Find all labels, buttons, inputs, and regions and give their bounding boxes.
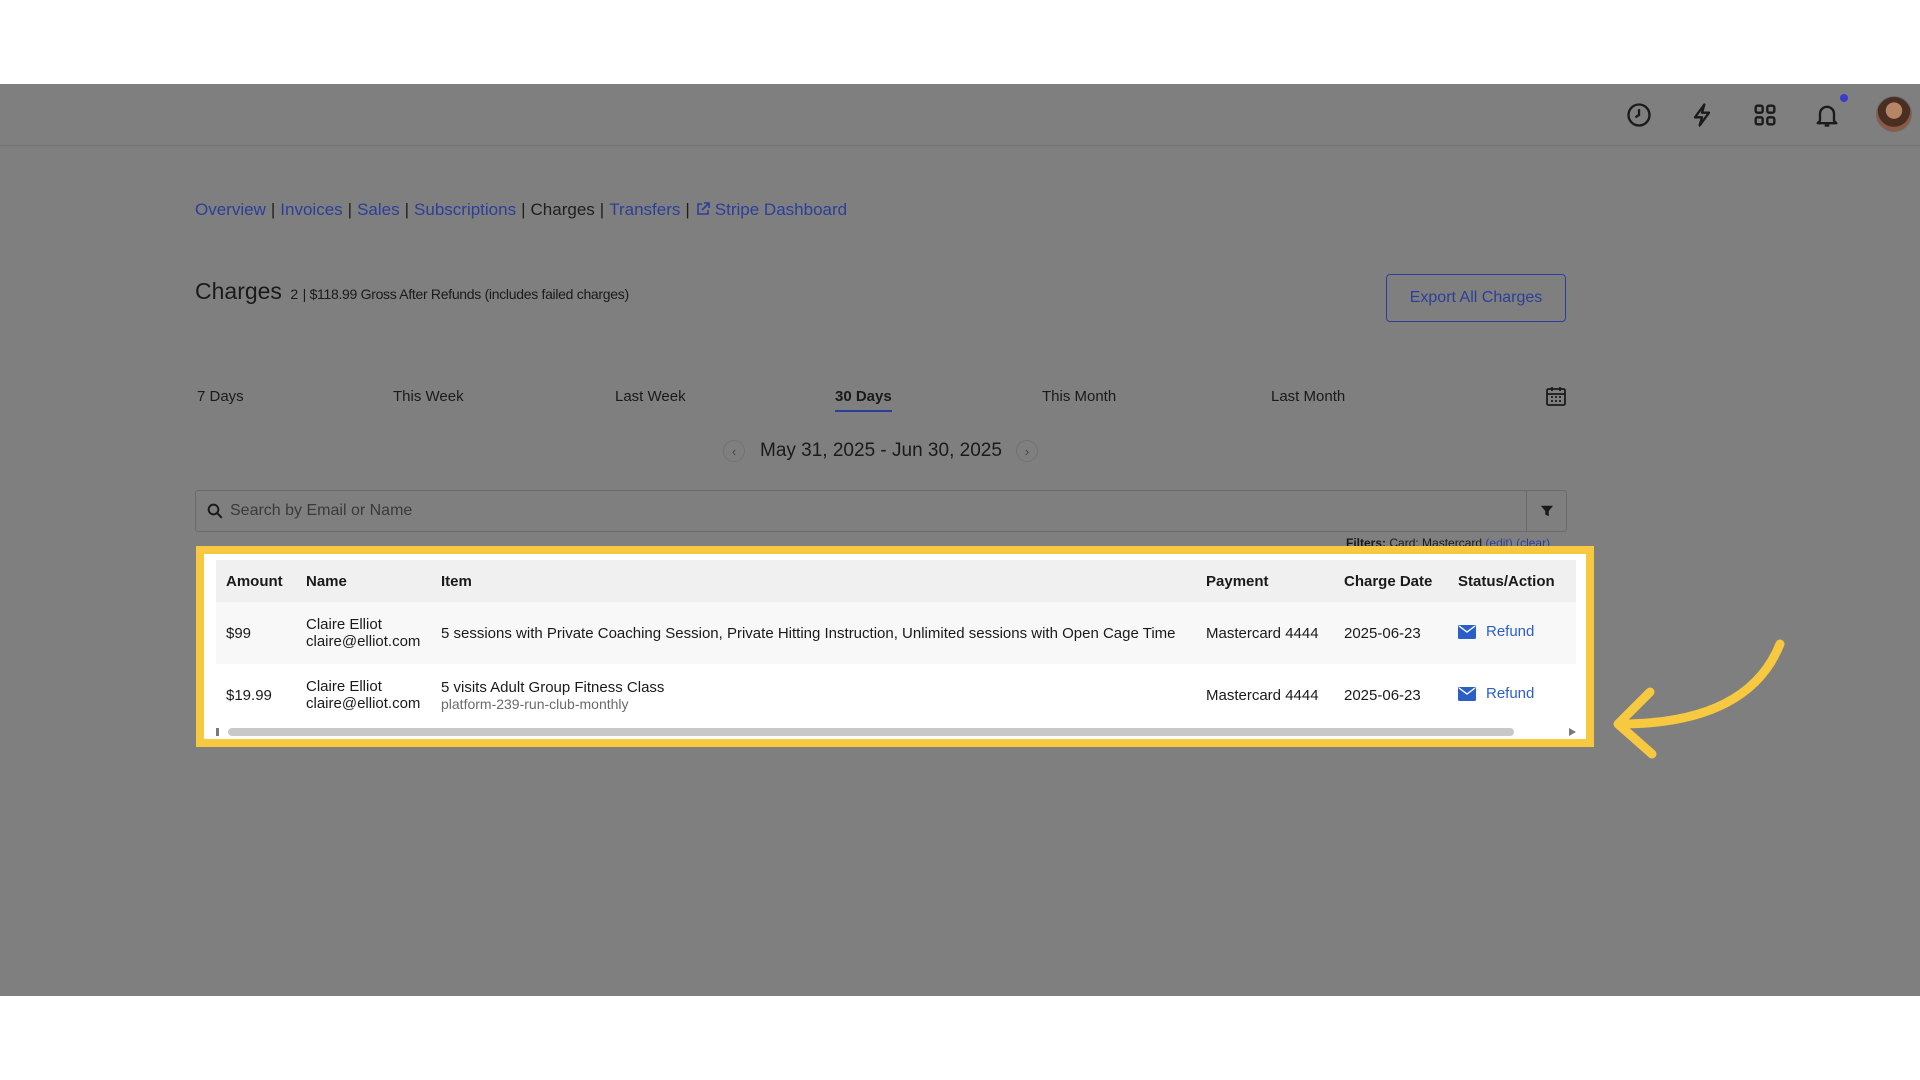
tab-this-week[interactable]: This Week: [393, 388, 464, 405]
cell-payment: Mastercard 4444: [1206, 624, 1319, 642]
cell-item: 5 sessions with Private Coaching Session…: [431, 602, 1196, 664]
cell-status-action: Refund: [1448, 664, 1576, 726]
table-header-row: Amount Name Item Payment Charge Date Sta…: [216, 560, 1576, 602]
cell-amount: $19.99: [226, 686, 272, 704]
cell-name: Claire Elliot claire@elliot.com: [296, 664, 431, 726]
nav-separator: |: [685, 200, 690, 219]
item-plan-id: platform-239-run-club-monthly: [441, 695, 629, 712]
mail-icon: [1458, 624, 1476, 639]
nav-stripe-dashboard[interactable]: Stripe Dashboard: [695, 200, 847, 219]
highlighted-charges-table: Amount Name Item Payment Charge Date Sta…: [196, 546, 1594, 747]
header-item: Item: [441, 572, 472, 590]
date-range-text: May 31, 2025 - Jun 30, 2025: [760, 440, 1002, 461]
customer-name: Claire Elliot: [306, 678, 382, 695]
apps-grid-icon[interactable]: [1748, 98, 1782, 132]
horizontal-scrollbar[interactable]: [216, 728, 1576, 736]
sub-navigation: Overview | Invoices | Sales | Subscriptions | Ch…: [195, 200, 847, 220]
nav-transfers[interactable]: Transfers: [609, 200, 680, 219]
nav-sales[interactable]: Sales: [357, 200, 400, 219]
scrollbar-thumb[interactable]: [228, 728, 1514, 736]
header-name: Name: [306, 572, 347, 590]
search-bar: [195, 490, 1567, 532]
nav-separator: |: [521, 200, 526, 219]
customer-name: Claire Elliot: [306, 616, 382, 633]
gross-summary: | $118.99 Gross After Refunds (includes …: [302, 286, 629, 302]
refund-button[interactable]: Refund: [1458, 623, 1534, 640]
external-link-icon: [696, 202, 710, 215]
cell-item: 5 visits Adult Group Fitness Class platfo…: [431, 664, 1196, 726]
filter-button[interactable]: [1526, 491, 1566, 531]
item-description: 5 visits Adult Group Fitness Class: [441, 678, 665, 696]
bolt-icon[interactable]: [1685, 98, 1719, 132]
scroll-left-arrow[interactable]: [216, 728, 219, 736]
header-amount: Amount: [226, 572, 283, 590]
charge-count: 2: [290, 286, 299, 302]
search-icon: [207, 503, 223, 519]
bell-icon[interactable]: [1810, 98, 1844, 132]
mail-icon: [1458, 686, 1476, 701]
next-period-button[interactable]: ›: [1016, 440, 1038, 462]
clock-icon[interactable]: [1622, 98, 1656, 132]
table-row: $19.99 Claire Elliot claire@elliot.com 5 …: [216, 664, 1576, 726]
calendar-icon[interactable]: [1544, 384, 1568, 408]
nav-overview[interactable]: Overview: [195, 200, 266, 219]
tab-last-week[interactable]: Last Week: [615, 388, 686, 405]
avatar[interactable]: [1876, 96, 1912, 132]
tab-last-month[interactable]: Last Month: [1271, 388, 1345, 405]
nav-separator: |: [270, 200, 276, 219]
page-header: Charges 2 | $118.99 Gross After Refunds …: [195, 278, 629, 305]
nav-separator: |: [404, 200, 410, 219]
cell-charge-date: 2025-06-23: [1344, 686, 1421, 704]
cell-charge-date: 2025-06-23: [1344, 624, 1421, 642]
cell-name: Claire Elliot claire@elliot.com: [296, 602, 431, 664]
page-title: Charges: [195, 278, 282, 304]
tab-this-month[interactable]: This Month: [1042, 388, 1116, 405]
date-range-selector: ‹ May 31, 2025 - Jun 30, 2025 ›: [0, 434, 1920, 470]
cell-amount: $99: [226, 624, 252, 642]
scroll-right-arrow[interactable]: [1569, 728, 1576, 736]
charges-table-container: Amount Name Item Payment Charge Date Sta…: [216, 560, 1576, 740]
item-description: 5 sessions with Private Coaching Session…: [441, 624, 1176, 642]
header-charge-date: Charge Date: [1344, 572, 1433, 590]
cell-status-action: Refund: [1448, 602, 1576, 664]
header-status-action: Status/Action: [1458, 572, 1555, 590]
search-input[interactable]: [230, 491, 1520, 531]
date-range-tabs: 7 Days This Week Last Week 30 Days This …: [0, 388, 1920, 418]
charges-table: Amount Name Item Payment Charge Date Sta…: [216, 560, 1576, 726]
refund-label: Refund: [1486, 685, 1535, 703]
nav-charges-current: Charges: [530, 200, 595, 219]
tab-30-days[interactable]: 30 Days: [835, 388, 892, 412]
curved-arrow-icon: [1613, 639, 1785, 759]
prev-period-button[interactable]: ‹: [723, 440, 745, 462]
top-bar: [0, 84, 1920, 146]
tab-7-days[interactable]: 7 Days: [197, 388, 244, 405]
customer-email: claire@elliot.com: [306, 695, 421, 712]
cell-payment: Mastercard 4444: [1206, 686, 1319, 704]
nav-separator: |: [599, 200, 605, 219]
refund-label: Refund: [1486, 623, 1535, 641]
refund-button[interactable]: Refund: [1458, 685, 1534, 702]
export-all-charges-button[interactable]: Export All Charges: [1386, 274, 1566, 322]
nav-invoices[interactable]: Invoices: [280, 200, 342, 219]
nav-subscriptions[interactable]: Subscriptions: [414, 200, 516, 219]
filter-icon: [1540, 505, 1553, 517]
header-payment: Payment: [1206, 572, 1269, 590]
customer-email: claire@elliot.com: [306, 633, 421, 650]
stripe-dashboard-label: Stripe Dashboard: [714, 200, 848, 219]
table-row: $99 Claire Elliot claire@elliot.com 5 ses…: [216, 602, 1576, 664]
notification-dot: [1840, 94, 1848, 102]
app-window: Overview | Invoices | Sales | Subscriptions | Ch…: [0, 84, 1920, 996]
nav-separator: |: [347, 200, 353, 219]
